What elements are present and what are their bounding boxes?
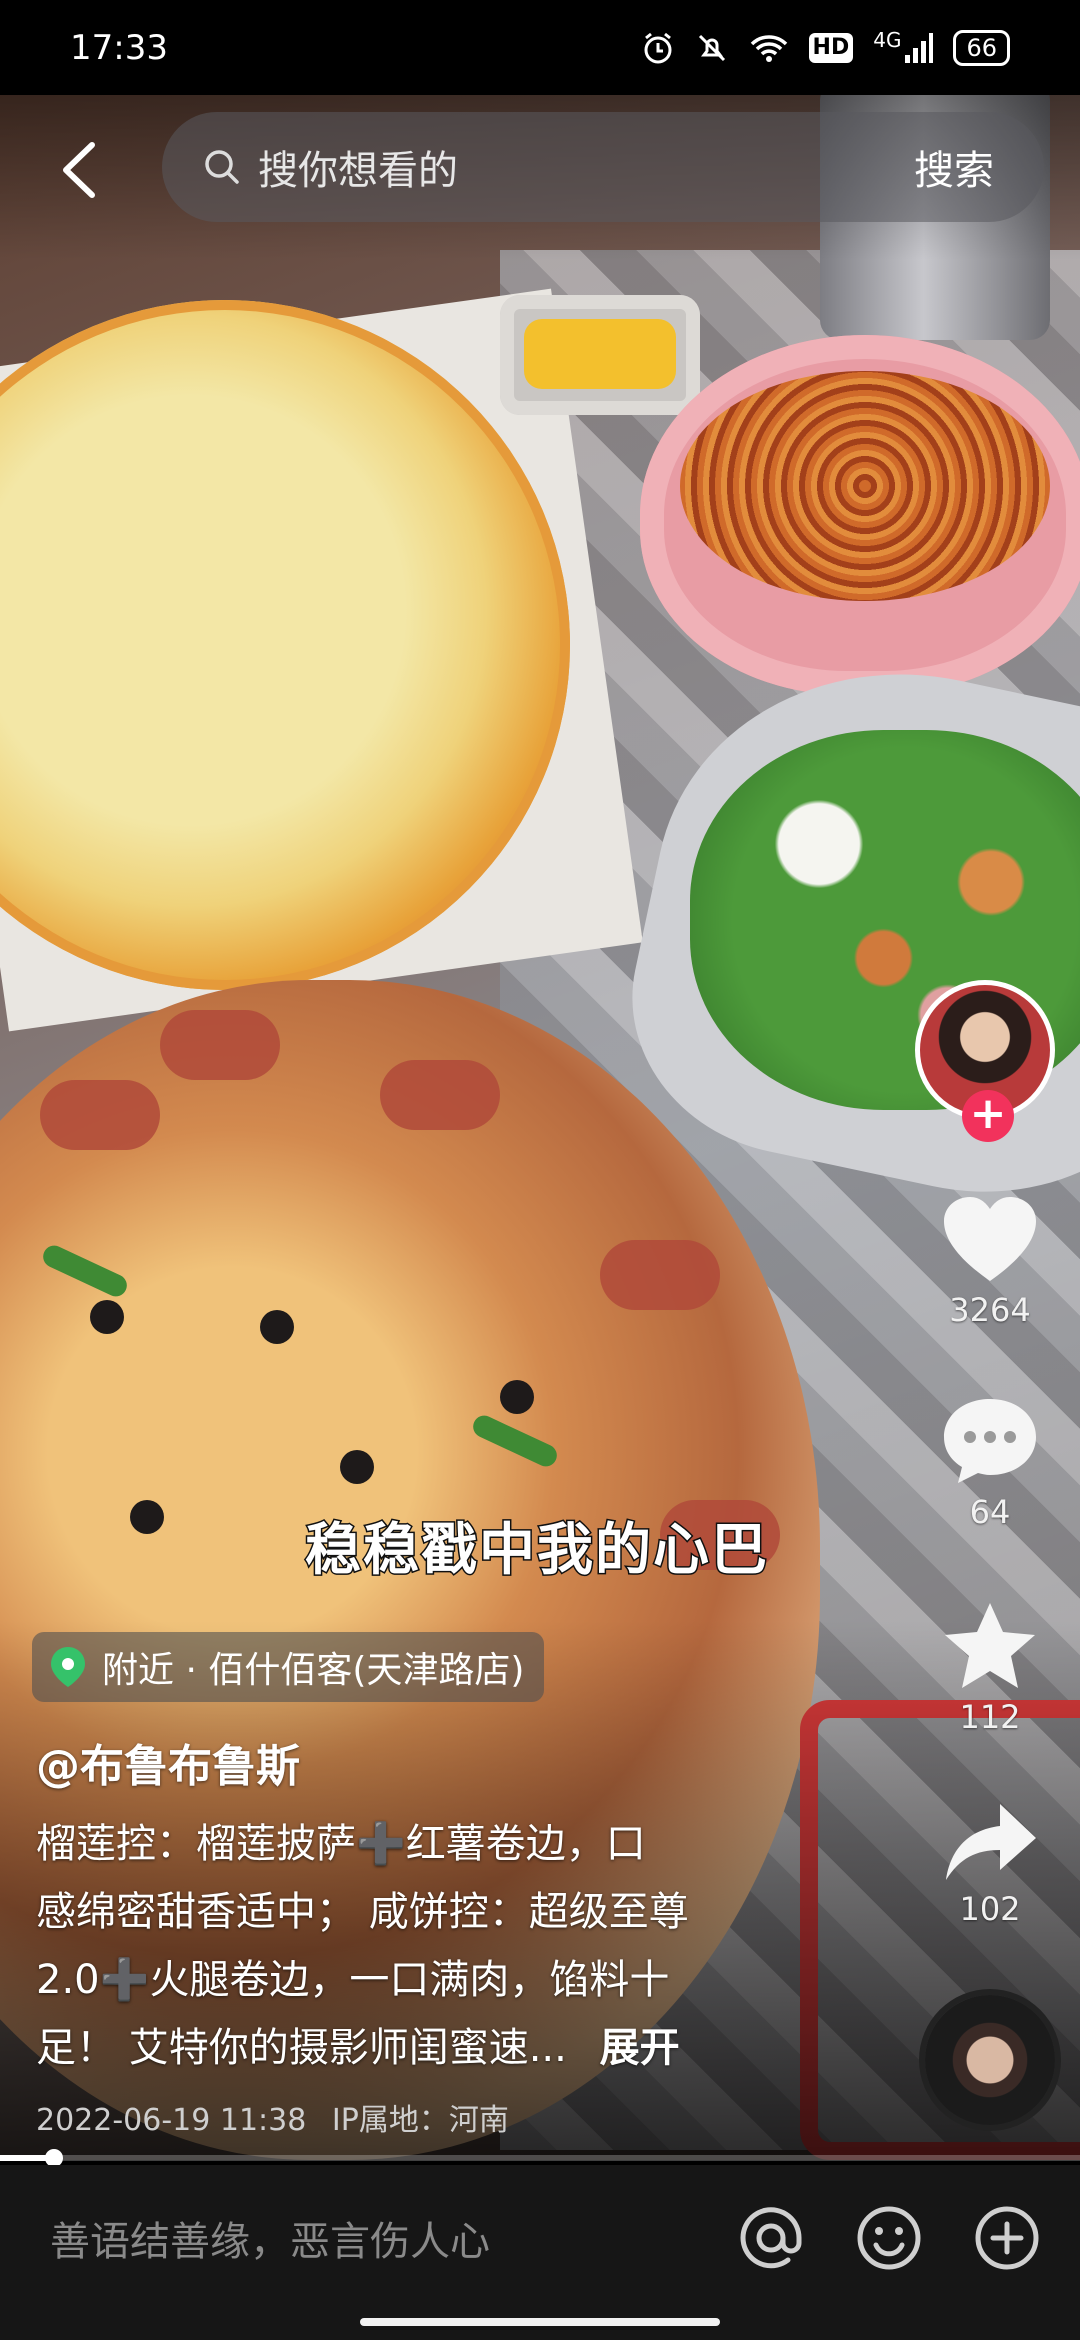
network-type: 4G xyxy=(873,27,902,52)
description-line: 足！ 艾特你的摄影师闺蜜速... xyxy=(36,2025,567,2071)
video-topping xyxy=(380,1060,500,1130)
hd-icon: HD xyxy=(808,32,854,63)
comment-count: 64 xyxy=(969,1493,1011,1531)
author-avatar-group[interactable]: + xyxy=(915,980,1060,1142)
comment-button[interactable]: 64 xyxy=(930,1395,1050,1531)
mention-button[interactable] xyxy=(734,2201,808,2275)
video-sauce-cup xyxy=(500,295,700,415)
post-description[interactable]: 榴莲控：榴莲披萨➕红薯卷边，口 感绵密甜香适中； 咸饼控：超级至尊 2.0➕火腿… xyxy=(36,1810,796,2082)
search-input[interactable]: 搜你想看的 xyxy=(258,138,914,196)
heart-icon xyxy=(944,1197,1036,1281)
location-label: 附近 · 佰什佰客(天津路店) xyxy=(102,1650,525,1691)
battery-icon: 66 xyxy=(953,29,1010,66)
search-icon xyxy=(205,150,239,184)
status-icons: HD 4G 66 xyxy=(641,28,1010,68)
add-button[interactable] xyxy=(970,2201,1044,2275)
comment-input[interactable]: 善语结善缘，恶言伤人心 xyxy=(50,2209,690,2267)
video-topping xyxy=(90,1300,124,1334)
home-indicator xyxy=(360,2318,720,2326)
video-topping xyxy=(160,1010,280,1080)
post-meta: 2022-06-19 11:38 IP属地：河南 xyxy=(36,2095,509,2139)
mute-icon xyxy=(695,28,729,68)
expand-button[interactable]: 展开 xyxy=(600,2025,680,2071)
comment-bar: 善语结善缘，恶言伤人心 xyxy=(0,2165,1080,2340)
status-time: 17:33 xyxy=(70,27,168,68)
favorite-count: 112 xyxy=(959,1698,1021,1736)
music-disc-button[interactable] xyxy=(925,1995,1055,2125)
description-line: 榴莲控：榴莲披萨➕红薯卷边，口 xyxy=(36,1821,646,1867)
signal-icon: 4G xyxy=(873,27,934,68)
video-topping xyxy=(130,1500,164,1534)
video-topping xyxy=(260,1310,294,1344)
location-pin-icon xyxy=(51,1647,85,1687)
chevron-left-icon xyxy=(63,142,95,198)
share-button[interactable]: 102 xyxy=(930,1800,1050,1928)
search-button[interactable]: 搜索 xyxy=(914,138,1044,196)
battery-level: 66 xyxy=(966,33,997,62)
star-icon xyxy=(945,1603,1035,1688)
description-line: 2.0➕火腿卷边，一口满肉，馅料十 xyxy=(36,1957,670,2003)
emoji-button[interactable] xyxy=(852,2201,926,2275)
alarm-icon xyxy=(641,28,675,68)
search-bar[interactable]: 搜你想看的 搜索 xyxy=(162,112,1044,222)
share-arrow-icon xyxy=(946,1804,1036,1880)
comment-bubble-icon xyxy=(944,1399,1036,1483)
video-topping xyxy=(500,1380,534,1414)
video-topping xyxy=(600,1240,720,1310)
like-count: 3264 xyxy=(949,1291,1031,1329)
description-line: 感绵密甜香适中； 咸饼控：超级至尊 xyxy=(36,1889,689,1935)
plus-circle-icon xyxy=(975,2206,1039,2269)
smiley-icon xyxy=(857,2206,921,2269)
post-date: 2022-06-19 11:38 xyxy=(36,2103,307,2138)
back-button[interactable] xyxy=(52,130,112,210)
status-bar: 17:33 HD 4G 66 xyxy=(0,0,1080,95)
wifi-icon xyxy=(749,28,789,68)
ip-location: IP属地：河南 xyxy=(331,2103,509,2138)
location-tag[interactable]: 附近 · 佰什佰客(天津路店) xyxy=(32,1632,545,1702)
video-caption-overlay: 稳稳戳中我的心巴 xyxy=(304,1517,769,1585)
video-topping xyxy=(340,1450,374,1484)
video-noodle-bowl xyxy=(640,335,1080,695)
video-topping xyxy=(40,1080,160,1150)
author-name[interactable]: @布鲁布鲁斯 xyxy=(36,1730,300,1794)
share-count: 102 xyxy=(959,1890,1021,1928)
like-button[interactable]: 3264 xyxy=(930,1195,1050,1329)
video-progress-bar[interactable] xyxy=(0,2149,1080,2167)
favorite-button[interactable]: 112 xyxy=(930,1600,1050,1736)
follow-plus-button[interactable]: + xyxy=(962,1090,1014,1142)
at-sign-icon xyxy=(740,2206,802,2268)
description-line-last: 足！ 艾特你的摄影师闺蜜速... 展开 xyxy=(36,2014,796,2082)
